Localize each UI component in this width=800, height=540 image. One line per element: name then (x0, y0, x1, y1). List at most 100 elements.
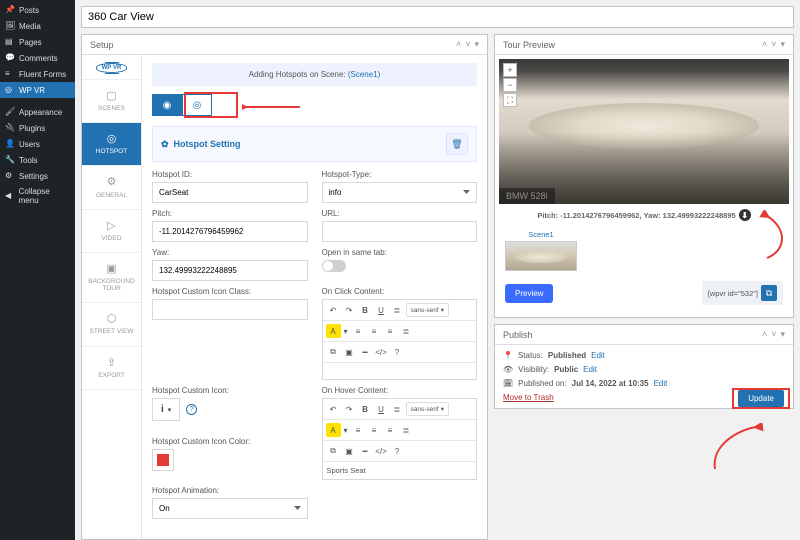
edit-status-link[interactable]: Edit (591, 351, 605, 360)
preview-button[interactable]: Preview (505, 284, 553, 303)
menu-posts[interactable]: 📌Posts (0, 2, 75, 18)
menu-tools[interactable]: 🔧Tools (0, 152, 75, 168)
edit-visibility-link[interactable]: Edit (583, 365, 597, 374)
menu-settings[interactable]: ⚙Settings (0, 168, 75, 184)
animation-select[interactable]: On (152, 498, 308, 519)
chevron-up-icon[interactable]: ˄ (456, 39, 461, 50)
chevron-down-icon[interactable]: ˅ (465, 39, 470, 50)
zoom-out-button[interactable]: − (503, 78, 517, 92)
align-left-icon[interactable]: ≡ (351, 423, 366, 437)
caret-icon[interactable]: ▾ (342, 324, 350, 338)
edit-date-link[interactable]: Edit (654, 379, 668, 388)
tab-bg[interactable]: ▣BACKGROUND TOUR (82, 253, 141, 303)
caret-icon[interactable]: ▾ (780, 39, 785, 50)
click-editor-body[interactable] (323, 363, 477, 379)
align-justify-icon[interactable]: ≣ (399, 324, 414, 338)
hotspot-id-input[interactable] (152, 182, 308, 203)
move-to-trash-link[interactable]: Move to Trash (503, 393, 554, 402)
font-select[interactable]: sans-serif ▾ (406, 402, 449, 416)
hotspot-type-label: Hotspot-Type: (322, 170, 478, 179)
click-editor[interactable]: ↶ ↷ B U ≣ sans-serif ▾ A▾ (322, 299, 478, 380)
help-icon[interactable]: ? (390, 345, 405, 359)
scenes-strip: Scene1 (499, 226, 789, 275)
align-center-icon[interactable]: ≡ (367, 423, 382, 437)
form-icon: ≡ (5, 69, 15, 79)
hotspot-tabs: ◉ ◎ (152, 94, 477, 116)
setup-panel: Setup ˄ ˅ ▾ WP VR ▢SCENES ◎HOTSPOT ⚙GENE… (81, 34, 488, 540)
menu-wpvr[interactable]: ◎WP VR (0, 82, 75, 98)
align-left-icon[interactable]: ≡ (351, 324, 366, 338)
tab-street[interactable]: ⬡STREET VIEW (82, 303, 141, 346)
calendar-icon: 🗓 (503, 379, 513, 388)
highlight-icon[interactable]: A (326, 423, 341, 437)
open-tab-toggle[interactable] (322, 260, 346, 272)
undo-icon[interactable]: ↶ (326, 402, 341, 416)
yaw-input[interactable] (152, 260, 308, 281)
url-input[interactable] (322, 221, 478, 242)
caret-icon[interactable]: ▾ (474, 39, 479, 50)
pitch-input[interactable] (152, 221, 308, 242)
delete-hotspot-button[interactable]: 🗑 (446, 133, 468, 155)
tab-general[interactable]: ⚙GENERAL (82, 166, 141, 209)
tab-scenes[interactable]: ▢SCENES (82, 80, 141, 123)
code-icon[interactable]: </> (374, 345, 389, 359)
code-icon[interactable]: </> (374, 444, 389, 458)
color-picker[interactable] (152, 449, 174, 471)
pin-icon: 📌 (5, 5, 15, 15)
list-icon[interactable]: ≣ (390, 402, 405, 416)
chevron-down-icon[interactable]: ˅ (771, 329, 776, 340)
highlight-icon[interactable]: A (326, 324, 341, 338)
undo-icon[interactable]: ↶ (326, 303, 341, 317)
caret-icon[interactable]: ▾ (780, 329, 785, 340)
chevron-up-icon[interactable]: ˄ (762, 39, 767, 50)
menu-collapse[interactable]: ◀Collapse menu (0, 184, 75, 208)
help-icon[interactable]: ? (390, 444, 405, 458)
fullscreen-button[interactable]: ⛶ (503, 93, 517, 107)
font-select[interactable]: sans-serif ▾ (406, 303, 449, 317)
post-title-input[interactable] (81, 6, 794, 28)
menu-media[interactable]: 🖼Media (0, 18, 75, 34)
align-right-icon[interactable]: ≡ (383, 423, 398, 437)
update-button[interactable]: Update (738, 390, 784, 407)
image-icon[interactable]: ▣ (342, 444, 357, 458)
remove-format-icon[interactable]: ━ (358, 444, 373, 458)
remove-format-icon[interactable]: ━ (358, 345, 373, 359)
underline-icon[interactable]: U (374, 402, 389, 416)
menu-appearance[interactable]: 🖌Appearance (0, 104, 75, 120)
underline-icon[interactable]: U (374, 303, 389, 317)
menu-fluent[interactable]: ≡Fluent Forms (0, 66, 75, 82)
chevron-up-icon[interactable]: ˄ (762, 329, 767, 340)
link-icon[interactable]: ⧉ (326, 444, 341, 458)
tab-hotspot[interactable]: ◎HOTSPOT (82, 123, 141, 166)
image-icon[interactable]: ▣ (342, 345, 357, 359)
redo-icon[interactable]: ↷ (342, 303, 357, 317)
redo-icon[interactable]: ↷ (342, 402, 357, 416)
tab-video[interactable]: ▷VIDEO (82, 210, 141, 253)
align-right-icon[interactable]: ≡ (383, 324, 398, 338)
menu-comments[interactable]: 💬Comments (0, 50, 75, 66)
hover-editor[interactable]: ↶ ↷ B U ≣ sans-serif ▾ A▾ (322, 398, 478, 480)
icon-class-input[interactable] (152, 299, 308, 320)
zoom-in-button[interactable]: + (503, 63, 517, 77)
align-center-icon[interactable]: ≡ (367, 324, 382, 338)
link-icon[interactable]: ⧉ (326, 345, 341, 359)
hover-editor-body[interactable]: Sports Seat (323, 462, 477, 479)
chevron-down-icon[interactable]: ˅ (771, 39, 776, 50)
help-icon[interactable]: ? (186, 404, 197, 415)
bold-icon[interactable]: B (358, 402, 373, 416)
menu-users[interactable]: 👤Users (0, 136, 75, 152)
list-icon[interactable]: ≣ (390, 303, 405, 317)
menu-plugins[interactable]: 🔌Plugins (0, 120, 75, 136)
hotspot-tab-1[interactable]: ◉ (152, 94, 182, 116)
icon-picker[interactable]: i ▾ (152, 398, 180, 421)
copy-shortcode-button[interactable]: ⧉ (761, 285, 777, 301)
panorama-viewer[interactable]: + − ⛶ BMW 528i (499, 59, 789, 204)
caret-icon[interactable]: ▾ (342, 423, 350, 437)
menu-pages[interactable]: ▤Pages (0, 34, 75, 50)
tab-export[interactable]: ⇪EXPORT (82, 347, 141, 390)
scene-link[interactable]: (Scene1) (348, 70, 380, 79)
scene-thumb[interactable]: Scene1 (505, 230, 577, 271)
hotspot-type-select[interactable]: info (322, 182, 478, 203)
align-justify-icon[interactable]: ≣ (399, 423, 414, 437)
bold-icon[interactable]: B (358, 303, 373, 317)
